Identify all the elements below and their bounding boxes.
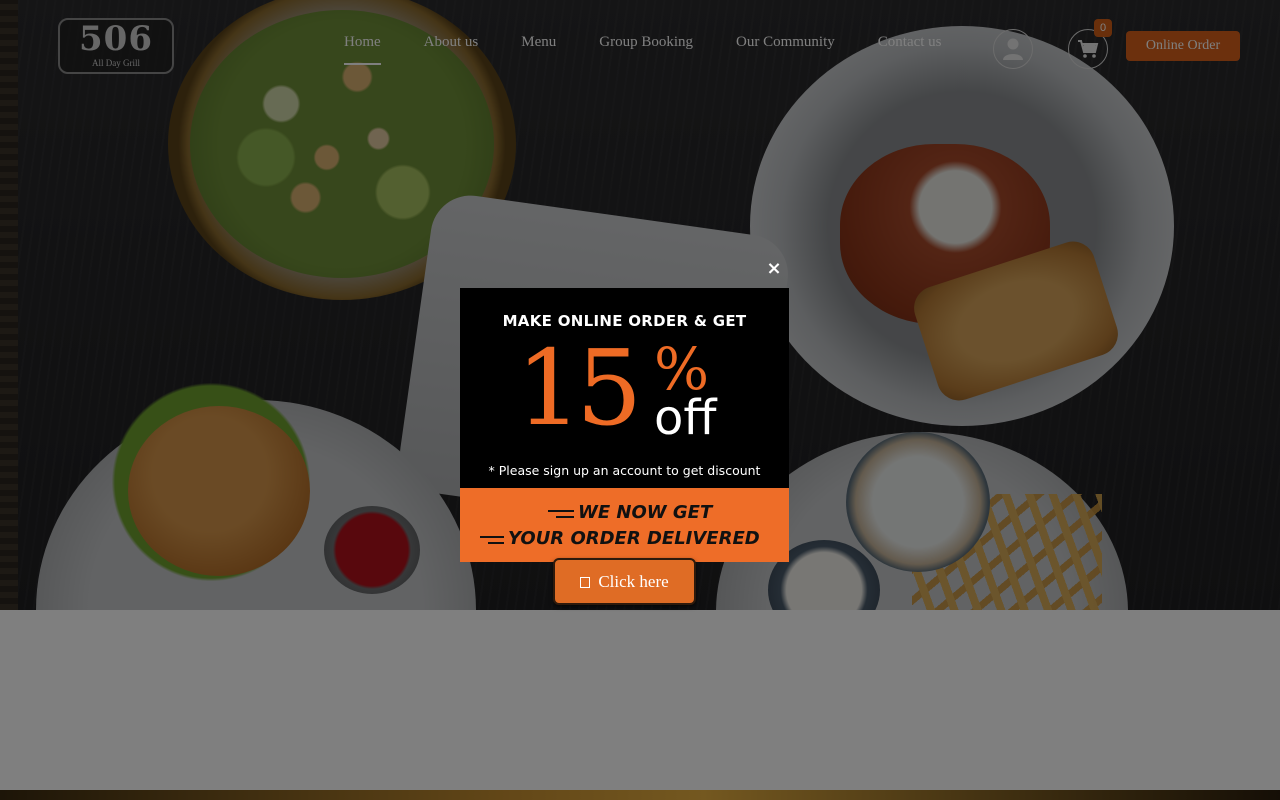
click-here-button[interactable]: Click here	[553, 558, 696, 605]
close-popup-button[interactable]: ×	[764, 259, 784, 279]
promo-off-word: off	[654, 390, 717, 446]
promo-note: * Please sign up an account to get disco…	[488, 463, 761, 478]
delivery-banner: WE NOW GET YOUR ORDER DELIVERED	[460, 488, 789, 562]
promo-popup[interactable]: MAKE ONLINE ORDER & GET 15 % off * Pleas…	[460, 288, 789, 562]
promo-discount-number: 15	[516, 327, 642, 449]
external-link-icon	[580, 577, 591, 588]
speed-line-decoration	[556, 516, 574, 518]
click-here-label: Click here	[598, 572, 669, 591]
delivery-line-1: WE NOW GET	[578, 502, 713, 523]
delivery-line-2: YOUR ORDER DELIVERED	[508, 528, 760, 549]
speed-line-decoration	[548, 510, 574, 512]
speed-line-decoration	[480, 536, 504, 538]
speed-line-decoration	[488, 542, 504, 544]
